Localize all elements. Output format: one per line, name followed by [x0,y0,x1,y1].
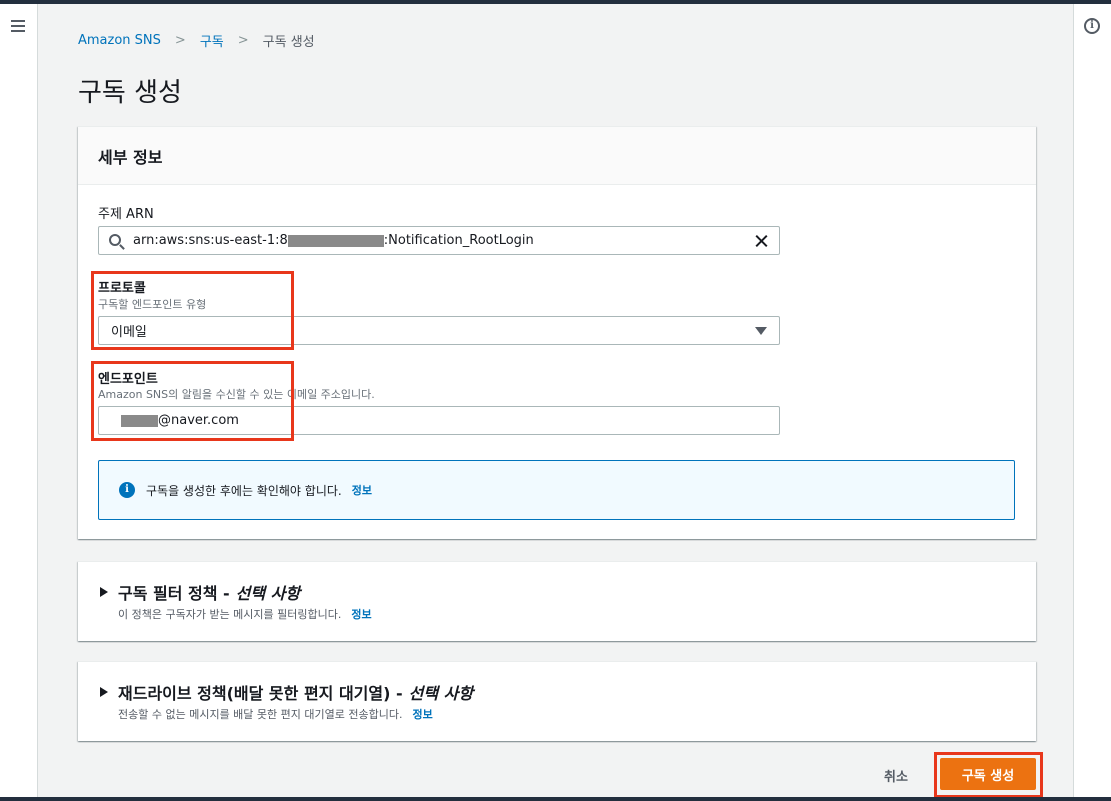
breadcrumb-separator: > [237,33,249,48]
breadcrumb-current: 구독 생성 [262,35,315,50]
redrive-policy-panel[interactable]: 재드라이브 정책(배달 못한 편지 대기열) - 선택 사항 전송할 수 없는 … [78,661,1036,741]
details-panel: 세부 정보 주제 ARN arn:aws:sns:us-east-1:8:Not… [78,126,1036,539]
right-help-rail: i [1073,4,1111,797]
endpoint-input[interactable]: @naver.com [98,406,780,435]
endpoint-description: Amazon SNS의 알림을 수신할 수 있는 이메일 주소입니다. [98,388,375,401]
topic-arn-value: arn:aws:sns:us-east-1:8:Notification_Roo… [133,233,534,248]
redrive-policy-title[interactable]: 재드라이브 정책(배달 못한 편지 대기열) - 선택 사항 [100,680,473,704]
left-navigation-rail [0,4,38,797]
endpoint-label: 엔드포인트 [98,372,158,387]
page-title: 구독 생성 [78,78,182,108]
info-alert-text: 구독을 생성한 후에는 확인해야 합니다. [146,483,342,498]
redrive-policy-description: 전송할 수 없는 메시지를 배달 못한 편지 대기열로 전송합니다. 정보 [118,706,433,722]
info-icon[interactable]: i [1084,18,1100,34]
cancel-button[interactable]: 취소 [868,762,924,788]
caret-down-icon [755,327,767,335]
bottom-bar [0,797,1111,801]
clear-icon[interactable] [753,233,769,249]
redrive-policy-info-link[interactable]: 정보 [412,706,432,722]
protocol-label: 프로토콜 [98,281,146,296]
details-heading: 세부 정보 [98,147,163,167]
filter-policy-panel[interactable]: 구독 필터 정책 - 선택 사항 이 정책은 구독자가 받는 메시지를 필터링합… [78,561,1036,641]
breadcrumb-amazon-sns[interactable]: Amazon SNS [78,33,161,48]
filter-policy-description: 이 정책은 구독자가 받는 메시지를 필터링합니다. 정보 [118,606,372,622]
breadcrumb: Amazon SNS > 구독 > 구독 생성 [78,31,315,50]
topic-arn-label: 주제 ARN [98,207,154,222]
menu-icon[interactable] [11,20,25,32]
create-subscription-button[interactable]: 구독 생성 [940,758,1036,790]
protocol-description: 구독할 엔드포인트 유형 [98,298,207,311]
search-icon [109,234,121,246]
expand-triangle-icon [100,687,108,697]
breadcrumb-subscriptions[interactable]: 구독 [200,31,224,50]
topic-arn-input[interactable]: arn:aws:sns:us-east-1:8:Notification_Roo… [98,226,780,255]
protocol-select[interactable]: 이메일 [98,316,780,345]
redacted-account-id [287,234,384,247]
info-alert: i 구독을 생성한 후에는 확인해야 합니다. 정보 [98,460,1015,520]
info-alert-link[interactable]: 정보 [352,482,372,498]
protocol-selected-value: 이메일 [111,325,147,340]
endpoint-value: @naver.com [121,413,239,428]
redacted-email-user [121,414,158,427]
expand-triangle-icon [100,587,108,597]
filter-policy-title[interactable]: 구독 필터 정책 - 선택 사항 [100,580,300,604]
info-alert-icon: i [119,482,135,498]
top-bar [0,0,1111,4]
details-panel-header: 세부 정보 [78,127,1036,185]
filter-policy-info-link[interactable]: 정보 [351,606,371,622]
breadcrumb-separator: > [174,33,186,48]
